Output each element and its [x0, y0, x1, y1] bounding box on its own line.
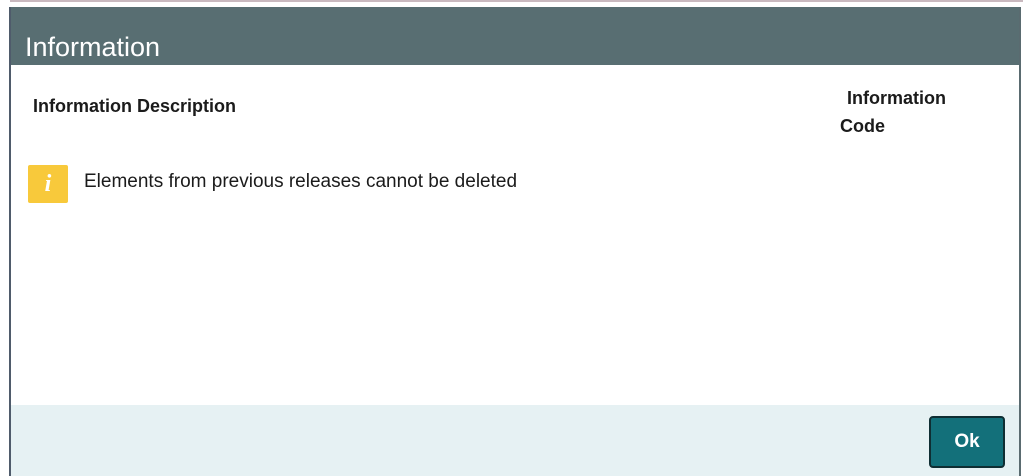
info-icon: i	[28, 165, 68, 203]
top-border	[0, 0, 1023, 7]
column-header-code-line2: Code	[840, 116, 885, 136]
dialog-content: Information Description Information Code…	[11, 65, 1019, 405]
column-header-code: Information Code	[840, 84, 990, 140]
column-header-code-line1: Information	[847, 88, 946, 108]
ok-button[interactable]: Ok	[929, 416, 1005, 468]
message-description: Elements from previous releases cannot b…	[84, 171, 518, 192]
information-dialog: Information Information Description Info…	[0, 0, 1023, 476]
left-border	[0, 0, 11, 476]
right-border	[1019, 7, 1023, 476]
dialog-footer: Ok	[11, 405, 1019, 476]
table-row: i Elements from previous releases cannot…	[28, 165, 517, 203]
column-header-description: Information Description	[33, 96, 237, 116]
dialog-title-bar: Information	[11, 7, 1019, 65]
dialog-title: Information	[25, 32, 161, 62]
